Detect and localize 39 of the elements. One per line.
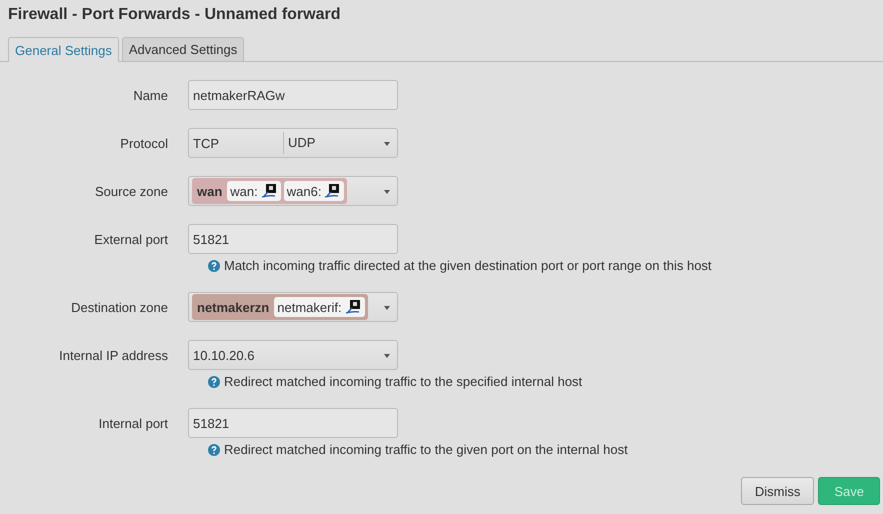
tab[interactable]: General Settings <box>8 37 119 62</box>
network-icon <box>344 299 362 315</box>
help-icon <box>208 444 220 456</box>
field-label: Internal IP address <box>58 348 169 362</box>
tab[interactable]: Advanced Settings <box>122 37 244 61</box>
field-label: Name <box>132 88 169 102</box>
field-label: External port <box>93 232 169 246</box>
input-field[interactable]: netmakerRAGw <box>188 80 398 110</box>
dismiss-button[interactable]: Dismiss <box>740 477 814 505</box>
select-value: 10.10.20.6 <box>193 348 254 362</box>
page-title: Firewall - Port Forwards - Unnamed forward <box>7 5 342 25</box>
option-item: UDP <box>283 132 378 154</box>
field-label: Internal port <box>98 416 169 430</box>
protocol-select[interactable]: TCP UDP <box>188 128 398 158</box>
input-field[interactable]: 51821 <box>188 408 398 438</box>
network-icon <box>324 183 342 199</box>
network-chip: netmakerif: <box>274 297 365 317</box>
network-chip: wan6: <box>284 181 344 201</box>
network-icon <box>260 183 278 199</box>
help-text: Redirect matched incoming traffic to the specified internal host <box>224 374 582 389</box>
caret-icon <box>384 354 390 358</box>
caret-icon <box>384 306 390 310</box>
help-text: Redirect matched incoming traffic to the given port on the internal host <box>224 442 628 457</box>
caret-icon <box>384 142 390 146</box>
zone-select[interactable]: netmakerzn netmakerif: <box>188 292 398 322</box>
input-field[interactable]: 51821 <box>188 224 398 254</box>
zone-select[interactable]: wan wan: wan6: <box>188 176 398 206</box>
caret-icon <box>384 190 390 194</box>
field-label: Source zone <box>94 184 169 198</box>
field-label: Destination zone <box>70 300 169 314</box>
zone-name: wan <box>196 184 224 198</box>
help-text: Match incoming traffic directed at the given destination port or port range on this host <box>224 258 712 273</box>
select-field[interactable]: 10.10.20.6 <box>188 340 398 370</box>
field-label: Protocol <box>119 136 169 150</box>
network-chip: wan: <box>227 181 281 201</box>
option-item: TCP <box>193 136 220 150</box>
help-icon <box>208 260 220 272</box>
help-icon <box>208 376 220 388</box>
zone-name: netmakerzn <box>196 300 270 314</box>
